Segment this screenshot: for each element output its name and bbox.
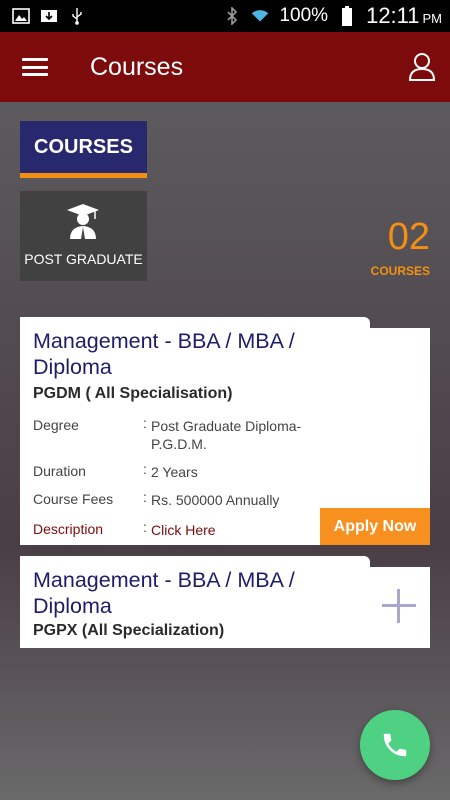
detail-separator: :: [143, 415, 147, 431]
phone-icon: [383, 733, 407, 757]
clock-time: 12:11: [366, 3, 420, 28]
course-count: 02 COURSES: [371, 218, 430, 278]
detail-separator: :: [143, 489, 147, 505]
menu-icon: [22, 58, 48, 61]
menu-icon-line: [22, 73, 48, 76]
page-title: Courses: [90, 52, 184, 81]
status-bar: 100% 12:11 PM: [0, 0, 450, 32]
detail-separator: :: [143, 519, 147, 535]
wifi-icon: [251, 8, 269, 24]
detail-key: Duration: [33, 463, 86, 479]
apply-now-button[interactable]: Apply Now: [320, 508, 430, 545]
detail-value: Post Graduate Diploma-P.G.D.M.: [151, 418, 302, 452]
image-icon: [12, 8, 30, 24]
course-title: Management - BBA / MBA / Diploma: [33, 568, 295, 618]
battery-percent: 100%: [279, 5, 329, 26]
course-count-label: COURSES: [370, 264, 430, 278]
call-button[interactable]: [360, 710, 430, 780]
detail-key: Description: [33, 521, 104, 537]
usb-icon: [68, 8, 86, 25]
download-icon: [40, 8, 58, 24]
detail-key: Course Fees: [33, 491, 114, 507]
description-link[interactable]: Click Here: [151, 521, 321, 539]
clock: 12:11 PM: [366, 3, 442, 29]
clock-ampm: PM: [422, 11, 443, 26]
course-count-number: 02: [387, 216, 430, 258]
graduate-icon: [66, 203, 100, 242]
course-card: Management - BBA / MBA / Diploma PGDM ( …: [20, 317, 430, 545]
app-bar: Courses: [0, 32, 450, 102]
battery-icon: [338, 6, 356, 26]
detail-key: Degree: [33, 417, 79, 433]
detail-separator: :: [143, 461, 147, 477]
detail-value: 2 Years: [151, 464, 198, 480]
tab-post-graduate-label: POST GRADUATE: [24, 251, 143, 267]
expand-icon[interactable]: [382, 589, 416, 623]
course-card[interactable]: Management - BBA / MBA / Diploma PGPX (A…: [20, 556, 430, 648]
tab-post-graduate[interactable]: POST GRADUATE: [20, 191, 147, 281]
menu-icon-line: [22, 65, 48, 69]
detail-value: Rs. 500000 Annually: [151, 492, 280, 508]
menu-button[interactable]: [22, 55, 54, 79]
course-subtitle: PGDM ( All Specialisation): [33, 385, 233, 402]
course-title: Management - BBA / MBA / Diploma: [33, 329, 295, 379]
tab-courses[interactable]: COURSES: [20, 121, 147, 178]
course-subtitle: PGPX (All Specialization): [33, 622, 225, 639]
user-icon: [408, 53, 436, 81]
status-bar-right: 100% 12:11 PM: [223, 3, 442, 29]
status-bar-left: [12, 8, 86, 25]
profile-button[interactable]: [408, 52, 436, 82]
bluetooth-icon: [223, 7, 241, 25]
